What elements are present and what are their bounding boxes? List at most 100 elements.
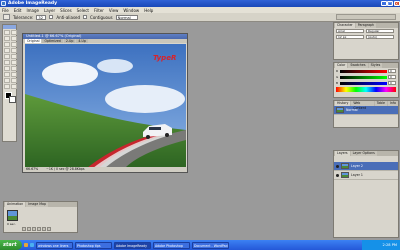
tool-button[interactable] (11, 72, 17, 77)
tool-button[interactable] (4, 72, 10, 77)
color-spectrum[interactable] (336, 87, 396, 92)
tab-image-map[interactable]: Image Map (26, 202, 48, 207)
menu-slices[interactable]: Slices (60, 8, 72, 13)
photoshop-app-icon[interactable] (1, 1, 6, 6)
next-frame-icon[interactable] (37, 227, 41, 231)
menu-view[interactable]: View (109, 8, 119, 13)
tool-button[interactable] (4, 66, 10, 71)
image-canvas[interactable]: TypeR (25, 44, 186, 168)
menu-layer[interactable]: Layer (44, 8, 55, 13)
tool-button[interactable] (4, 36, 10, 41)
tool-button[interactable] (4, 48, 10, 53)
tool-button[interactable] (11, 78, 17, 83)
antialias-checkbox[interactable] (49, 15, 54, 19)
color-panel: Color Swatches Styles R 0 G 0 B 0 (333, 62, 399, 98)
tab-4-up[interactable]: 4-Up (76, 39, 88, 43)
magic-wand-icon[interactable] (3, 14, 10, 20)
tool-button[interactable] (4, 84, 10, 89)
new-frame-icon[interactable] (42, 227, 46, 231)
tool-button[interactable] (4, 30, 10, 35)
tab-history[interactable]: History (335, 101, 351, 106)
menu-image[interactable]: Image (26, 8, 39, 13)
tab-table[interactable]: Table (374, 101, 387, 106)
tab-web-content[interactable]: Web Content (351, 101, 374, 110)
tab-animation[interactable]: Animation (5, 202, 26, 207)
tab-2-up[interactable]: 2-Up (63, 39, 76, 43)
menu-select[interactable]: Select (77, 8, 89, 13)
quicklaunch-icon[interactable] (24, 243, 28, 247)
minimize-button[interactable]: _ (380, 1, 387, 6)
blue-slider[interactable] (340, 81, 387, 85)
tab-color[interactable]: Color (335, 63, 348, 68)
tool-button[interactable] (4, 54, 10, 59)
red-value[interactable]: 0 (388, 69, 396, 73)
start-button[interactable]: start (0, 240, 22, 250)
tab-character[interactable]: Character (335, 23, 355, 28)
tool-button[interactable] (11, 42, 17, 47)
tolerance-field[interactable]: 32 (36, 14, 47, 20)
menu-edit[interactable]: Edit (14, 8, 22, 13)
file-size-readout: ~1K / 0 sec @ 28.8Kbps (46, 167, 85, 171)
maximize-button[interactable]: □ (387, 1, 393, 6)
tool-button[interactable] (11, 66, 17, 71)
eye-icon[interactable] (336, 173, 339, 177)
animation-frame[interactable] (7, 210, 18, 221)
tool-button[interactable] (11, 54, 17, 59)
trash-icon[interactable] (47, 227, 51, 231)
menu-help[interactable]: Help (144, 8, 153, 13)
menu-window[interactable]: Window (123, 8, 139, 13)
tab-original[interactable]: Original (25, 39, 42, 43)
tool-button[interactable] (4, 60, 10, 65)
red-slider[interactable] (340, 69, 387, 73)
layer-row[interactable]: Layer 1 (334, 171, 398, 180)
blend-mode-select[interactable]: Normal (115, 14, 138, 20)
prev-frame-icon[interactable] (22, 227, 26, 231)
menu-file[interactable]: File (2, 8, 9, 13)
contiguous-checkbox[interactable] (83, 15, 88, 19)
toolbox (2, 24, 17, 142)
quicklaunch-icon[interactable] (30, 243, 34, 247)
background-color[interactable] (9, 96, 16, 103)
tab-layers[interactable]: Layers (335, 151, 350, 156)
play-icon[interactable] (27, 227, 31, 231)
zoom-readout[interactable]: 66.67% (26, 167, 38, 172)
tool-button[interactable] (11, 84, 17, 89)
taskbar-item-active[interactable]: Adobe ImageReady (114, 241, 151, 249)
eye-icon[interactable] (336, 164, 339, 168)
close-icon: × (394, 1, 399, 6)
palette-well[interactable] (336, 14, 396, 20)
green-value[interactable]: 0 (388, 75, 396, 79)
taskbar-item[interactable]: Photoshop tips (75, 241, 112, 249)
tab-styles[interactable]: Styles (368, 63, 383, 68)
tab-layer-options[interactable]: Layer Options (350, 151, 377, 156)
layer-row[interactable]: Layer 2 (334, 162, 398, 171)
taskbar-item[interactable]: Adobe Photoshop (153, 241, 190, 249)
green-slider[interactable] (340, 75, 387, 79)
stop-icon[interactable] (32, 227, 36, 231)
color-swatches (4, 91, 16, 105)
menu-filter[interactable]: Filter (94, 8, 104, 13)
logo-text: TypeR (153, 54, 176, 62)
close-button[interactable]: × (393, 1, 400, 6)
tool-button[interactable] (11, 60, 17, 65)
leading-field[interactable]: (Auto) (366, 35, 394, 39)
tab-info[interactable]: Info (387, 101, 398, 106)
tool-button[interactable] (11, 36, 17, 41)
tab-paragraph[interactable]: Paragraph (355, 23, 377, 28)
taskbar-item[interactable]: Document - WordPad (192, 241, 229, 249)
tab-optimized[interactable]: Optimized (42, 39, 63, 43)
taskbar-item[interactable]: windows one liners (36, 241, 73, 249)
clock[interactable]: 2:28 PM (383, 243, 397, 247)
font-family-select[interactable]: Arial (336, 29, 364, 33)
window-title: Adobe ImageReady (8, 1, 58, 6)
font-style-select[interactable]: Regular (366, 29, 394, 33)
tool-button[interactable] (4, 78, 10, 83)
tool-button[interactable] (11, 30, 17, 35)
font-size-field[interactable]: 12 px (336, 35, 364, 39)
tool-button[interactable] (11, 48, 17, 53)
blue-value[interactable]: 0 (388, 81, 396, 85)
layer-thumbnail (341, 163, 349, 169)
tab-swatches[interactable]: Swatches (348, 63, 368, 68)
tool-button[interactable] (4, 42, 10, 47)
frame-delay[interactable]: 0 sec. (7, 222, 16, 226)
